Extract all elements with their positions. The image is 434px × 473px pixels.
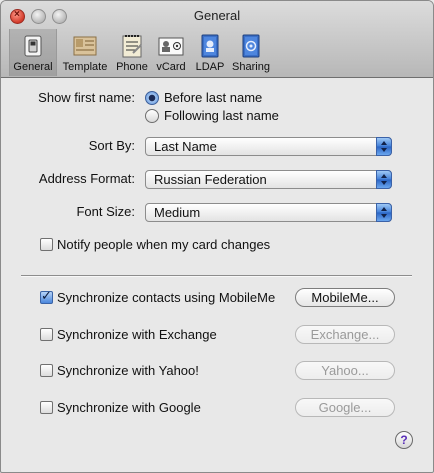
font-size-label: Font Size: xyxy=(76,204,135,219)
tab-vcard-label: vCard xyxy=(156,61,186,73)
tab-general[interactable]: General xyxy=(9,29,57,76)
switch-icon xyxy=(20,33,46,59)
address-format-popup[interactable]: Russian Federation xyxy=(145,170,392,189)
radio-before-last-name[interactable] xyxy=(145,91,159,105)
tab-general-label: General xyxy=(13,61,53,73)
sync-exchange-checkbox[interactable] xyxy=(40,328,53,341)
tab-phone-label: Phone xyxy=(116,61,148,73)
tab-vcard[interactable]: vCard xyxy=(154,29,188,75)
notify-label[interactable]: Notify people when my card changes xyxy=(57,237,270,252)
address-format-value: Russian Federation xyxy=(154,172,267,187)
preferences-window: × General General Template Phone vCard L… xyxy=(0,0,434,473)
sort-by-label: Sort By: xyxy=(88,138,135,153)
show-first-name-label: Show first name: xyxy=(38,90,135,105)
popup-arrows-icon xyxy=(376,203,392,222)
exchange-button[interactable]: Exchange... xyxy=(295,325,395,344)
google-button[interactable]: Google... xyxy=(295,398,395,417)
font-size-value: Medium xyxy=(154,205,201,220)
mobileme-button[interactable]: MobileMe... xyxy=(295,288,395,307)
tab-template[interactable]: Template xyxy=(59,29,111,75)
window-title: General xyxy=(193,8,241,23)
toolbar: × General General Template Phone vCard L… xyxy=(1,1,433,78)
tab-ldap-label: LDAP xyxy=(195,61,225,73)
font-size-popup[interactable]: Medium xyxy=(145,203,392,222)
popup-arrows-icon xyxy=(376,137,392,156)
yahoo-button[interactable]: Yahoo... xyxy=(295,361,395,380)
sync-google-label[interactable]: Synchronize with Google xyxy=(57,400,201,415)
sync-mobileme-checkbox[interactable]: ✓ xyxy=(40,288,53,304)
vcard-icon xyxy=(158,33,184,59)
sort-by-popup[interactable]: Last Name xyxy=(145,137,392,156)
tab-sharing-label: Sharing xyxy=(232,61,270,73)
radio-before-last-name-label[interactable]: Before last name xyxy=(164,90,262,105)
sync-exchange-label[interactable]: Synchronize with Exchange xyxy=(57,327,217,342)
sort-by-value: Last Name xyxy=(154,139,217,154)
general-panel: Show first name: Before last name Follow… xyxy=(1,78,433,472)
popup-arrows-icon xyxy=(376,170,392,189)
sync-yahoo-checkbox[interactable] xyxy=(40,364,53,377)
tab-ldap[interactable]: LDAP xyxy=(193,29,227,75)
template-card-icon xyxy=(72,33,98,59)
address-format-label: Address Format: xyxy=(38,171,135,186)
sync-google-checkbox[interactable] xyxy=(40,401,53,414)
section-divider xyxy=(21,275,412,277)
checkmark-icon: ✓ xyxy=(41,288,52,303)
sync-yahoo-label[interactable]: Synchronize with Yahoo! xyxy=(57,363,199,378)
tab-phone[interactable]: Phone xyxy=(113,29,151,75)
radio-following-last-name-label[interactable]: Following last name xyxy=(164,108,279,123)
ldap-book-icon xyxy=(197,33,223,59)
notepad-phone-icon xyxy=(119,33,145,59)
sharing-book-icon xyxy=(238,33,264,59)
radio-following-last-name[interactable] xyxy=(145,109,159,123)
tab-template-label: Template xyxy=(62,61,108,73)
help-button[interactable]: ? xyxy=(395,431,413,449)
notify-checkbox[interactable] xyxy=(40,238,53,251)
tab-sharing[interactable]: Sharing xyxy=(231,29,271,75)
sync-mobileme-label[interactable]: Synchronize contacts using MobileMe xyxy=(57,290,275,305)
